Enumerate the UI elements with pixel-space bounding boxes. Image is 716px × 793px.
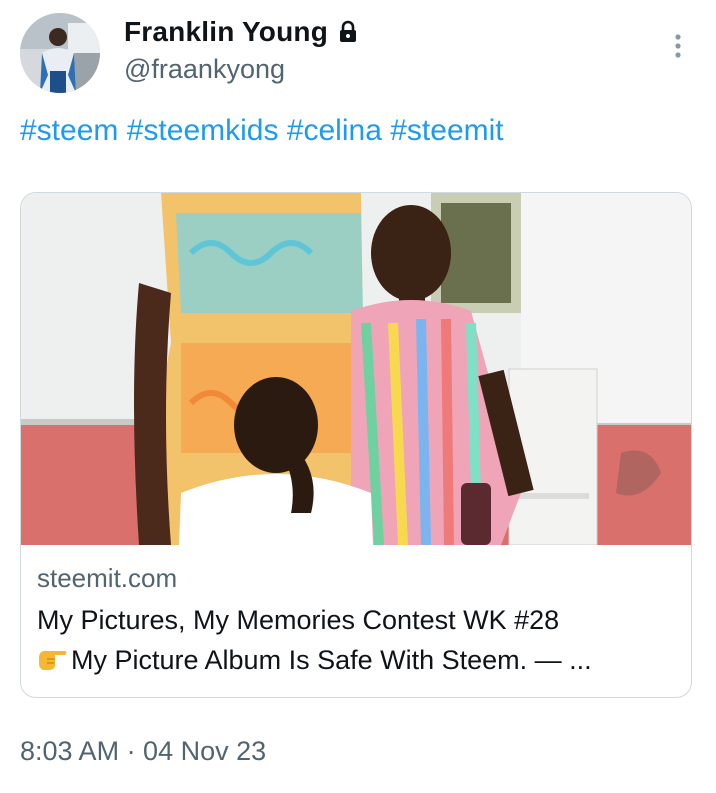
author-info: Franklin Young @fraankyong — [124, 14, 358, 85]
link-title-line-2: My Picture Album Is Safe With Steem. — .… — [71, 645, 592, 675]
link-title-line-2-row: My Picture Album Is Safe With Steem. — .… — [37, 640, 675, 683]
link-card-meta: steemit.com My Pictures, My Memories Con… — [37, 563, 675, 683]
lock-icon — [338, 20, 358, 44]
backhand-index-pointing-right-icon — [37, 643, 69, 683]
user-handle[interactable]: @fraankyong — [124, 54, 358, 85]
display-name[interactable]: Franklin Young — [124, 16, 328, 48]
avatar[interactable] — [20, 13, 100, 93]
link-title-line-1: My Pictures, My Memories Contest WK #28 — [37, 605, 560, 635]
hashtag-link[interactable]: #steemit — [390, 114, 503, 147]
link-card-image — [21, 193, 691, 545]
avatar-image — [20, 13, 100, 93]
tweet-text: #steem #steemkids #celina #steemit — [20, 114, 504, 148]
more-vertical-icon[interactable] — [670, 32, 686, 62]
link-domain: steemit.com — [37, 563, 178, 593]
hashtag-link[interactable]: #steemkids — [127, 114, 279, 147]
hashtag-link[interactable]: #celina — [287, 114, 382, 147]
tweet-timestamp[interactable]: 8:03 AM · 04 Nov 23 — [20, 736, 266, 767]
link-preview-card[interactable]: steemit.com My Pictures, My Memories Con… — [20, 192, 692, 698]
hashtag-link[interactable]: #steem — [20, 114, 118, 147]
name-row: Franklin Young — [124, 14, 358, 50]
link-title: My Pictures, My Memories Contest WK #28 … — [37, 600, 675, 683]
